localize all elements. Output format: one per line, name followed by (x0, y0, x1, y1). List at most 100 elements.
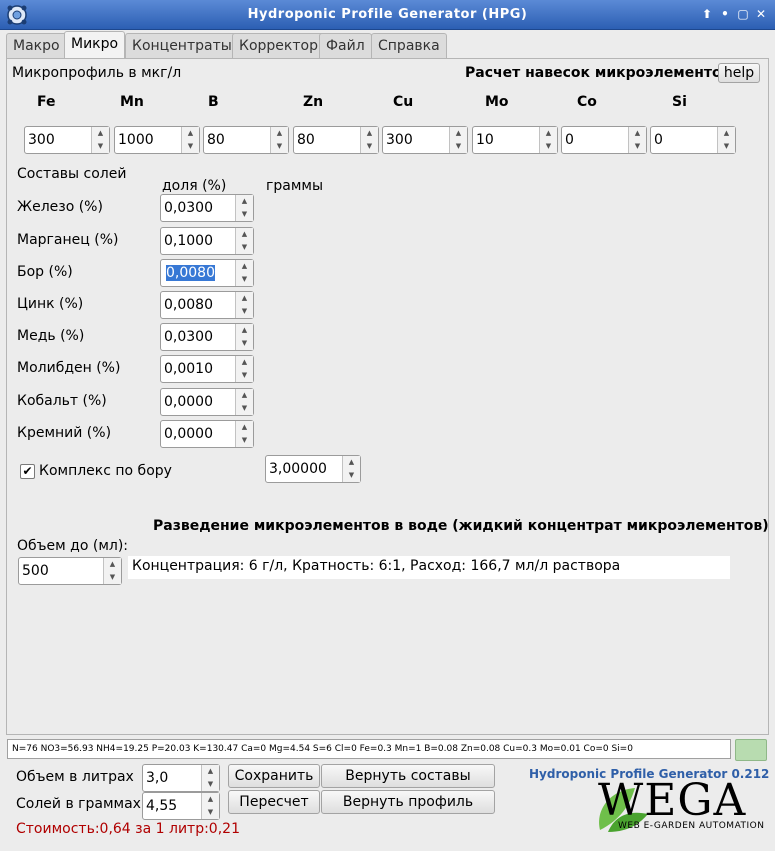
tab-corrector[interactable]: Корректор (232, 33, 325, 58)
silicon-share-input[interactable] (161, 421, 235, 447)
dilution-result: Концентрация: 6 г/л, Кратность: 6:1, Рас… (128, 556, 730, 579)
complex-boron-checkbox[interactable]: ✔ (20, 464, 35, 479)
spin-arrows[interactable]: ▲ ▼ (103, 558, 121, 584)
boron-share-spinbox[interactable]: 0,0080 ▲ ▼ (160, 259, 254, 287)
share-column-header: доля (%) (162, 178, 227, 194)
spin-arrows[interactable]: ▲ ▼ (235, 195, 253, 221)
salts-title: Составы солей (17, 166, 127, 182)
mn-input[interactable] (115, 127, 181, 153)
status-indicator-button[interactable] (735, 739, 767, 761)
spin-arrows[interactable]: ▲ ▼ (201, 765, 219, 791)
b-spinbox[interactable]: ▲▼ (203, 126, 289, 154)
salt-label-molybdenum: Молибден (%) (17, 360, 121, 376)
zinc-share-spinbox[interactable]: ▲▼ (160, 291, 254, 319)
spin-arrows[interactable]: ▲ ▼ (235, 389, 253, 415)
co-input[interactable] (562, 127, 628, 153)
tab-file[interactable]: Файл (319, 33, 372, 58)
spin-arrows[interactable]: ▲ ▼ (201, 793, 219, 819)
element-label-si: Si (672, 94, 687, 110)
iron-share-input[interactable] (161, 195, 235, 221)
window-title: Hydroponic Profile Generator (HPG) (247, 7, 528, 22)
tab-macro[interactable]: Макро (6, 33, 67, 58)
copper-share-spinbox[interactable]: ▲▼ (160, 323, 254, 351)
salt-label-cobalt: Кобальт (%) (17, 393, 107, 409)
micro-profile-label: Микропрофиль в мкг/л (12, 65, 182, 81)
restore-profile-button[interactable]: Вернуть профиль (321, 790, 495, 814)
si-input[interactable] (651, 127, 717, 153)
close-icon[interactable]: ✕ (754, 7, 768, 21)
spin-arrows[interactable]: ▲ ▼ (91, 127, 109, 153)
si-spinbox[interactable]: ▲▼ (650, 126, 736, 154)
cu-spinbox[interactable]: ▲▼ (382, 126, 468, 154)
dilution-title: Разведение микроэлементов в воде (жидкий… (153, 518, 769, 534)
tab-help[interactable]: Справка (371, 33, 447, 58)
element-label-cu: Cu (393, 94, 414, 110)
zinc-share-input[interactable] (161, 292, 235, 318)
zn-spinbox[interactable]: ▲▼ (293, 126, 379, 154)
boron-share-input[interactable]: 0,0080 (164, 264, 217, 282)
fe-input[interactable] (25, 127, 91, 153)
grams-input[interactable] (143, 793, 201, 819)
save-button[interactable]: Сохранить (228, 764, 320, 788)
volume-input[interactable] (19, 558, 103, 584)
copper-share-input[interactable] (161, 324, 235, 350)
co-spinbox[interactable]: ▲▼ (561, 126, 647, 154)
tab-concentrates[interactable]: Концентраты (125, 33, 239, 58)
cost-label: Стоимость:0,64 за 1 литр:0,21 (16, 821, 240, 837)
spin-arrows[interactable]: ▲ ▼ (235, 260, 253, 286)
micro-panel: Микропрофиль в мкг/л Расчет навесок микр… (6, 58, 769, 735)
complex-boron-spinbox[interactable]: ▲▼ (265, 455, 361, 483)
grams-column-header: граммы (266, 178, 323, 194)
restore-compositions-button[interactable]: Вернуть составы (321, 764, 495, 788)
keep-above-icon[interactable]: ⬆ (700, 7, 714, 21)
minimize-icon[interactable]: • (718, 7, 732, 21)
calc-title: Расчет навесок микроэлементов (465, 65, 731, 81)
spin-arrows[interactable]: ▲ ▼ (342, 456, 360, 482)
salt-label-zinc: Цинк (%) (17, 296, 84, 312)
fe-spinbox[interactable]: ▲▼ (24, 126, 110, 154)
help-button[interactable]: help (718, 63, 760, 83)
spin-arrows[interactable]: ▲ ▼ (449, 127, 467, 153)
silicon-share-spinbox[interactable]: ▲▼ (160, 420, 254, 448)
salt-label-copper: Медь (%) (17, 328, 85, 344)
complex-boron-input[interactable] (266, 456, 342, 482)
spin-arrows[interactable]: ▲ ▼ (235, 421, 253, 447)
spin-arrows[interactable]: ▲ ▼ (235, 324, 253, 350)
manganese-share-spinbox[interactable]: ▲▼ (160, 227, 254, 255)
molybdenum-share-spinbox[interactable]: ▲▼ (160, 355, 254, 383)
manganese-share-input[interactable] (161, 228, 235, 254)
wega-logo: WEGA WEB E-GARDEN AUTOMATION (590, 778, 770, 835)
spin-arrows[interactable]: ▲ ▼ (235, 356, 253, 382)
spin-arrows[interactable]: ▲ ▼ (270, 127, 288, 153)
volume-label: Объем до (мл): (17, 538, 129, 554)
mo-input[interactable] (473, 127, 539, 153)
element-label-b: B (208, 94, 219, 110)
maximize-icon[interactable]: ▢ (736, 7, 750, 21)
cobalt-share-spinbox[interactable]: ▲▼ (160, 388, 254, 416)
liters-spinbox[interactable]: ▲▼ (142, 764, 220, 792)
tab-micro[interactable]: Микро (64, 31, 126, 59)
volume-spinbox[interactable]: ▲▼ (18, 557, 122, 585)
mn-spinbox[interactable]: ▲▼ (114, 126, 200, 154)
logo-subtext: WEB E-GARDEN AUTOMATION (618, 821, 765, 831)
cu-input[interactable] (383, 127, 449, 153)
spin-arrows[interactable]: ▲ ▼ (235, 292, 253, 318)
recalc-button[interactable]: Пересчет (228, 790, 320, 814)
liters-input[interactable] (143, 765, 201, 791)
spin-arrows[interactable]: ▲ ▼ (539, 127, 557, 153)
zn-input[interactable] (294, 127, 360, 153)
status-line: N=76 NO3=56.93 NH4=19.25 P=20.03 K=130.4… (7, 739, 731, 759)
spin-arrows[interactable]: ▲ ▼ (628, 127, 646, 153)
molybdenum-share-input[interactable] (161, 356, 235, 382)
mo-spinbox[interactable]: ▲▼ (472, 126, 558, 154)
grams-spinbox[interactable]: ▲▼ (142, 792, 220, 820)
cobalt-share-input[interactable] (161, 389, 235, 415)
spin-arrows[interactable]: ▲ ▼ (717, 127, 735, 153)
spin-arrows[interactable]: ▲ ▼ (360, 127, 378, 153)
complex-boron-label: Комплекс по бору (39, 463, 172, 479)
spin-arrows[interactable]: ▲ ▼ (235, 228, 253, 254)
element-label-fe: Fe (37, 94, 56, 110)
iron-share-spinbox[interactable]: ▲▼ (160, 194, 254, 222)
spin-arrows[interactable]: ▲ ▼ (181, 127, 199, 153)
b-input[interactable] (204, 127, 270, 153)
